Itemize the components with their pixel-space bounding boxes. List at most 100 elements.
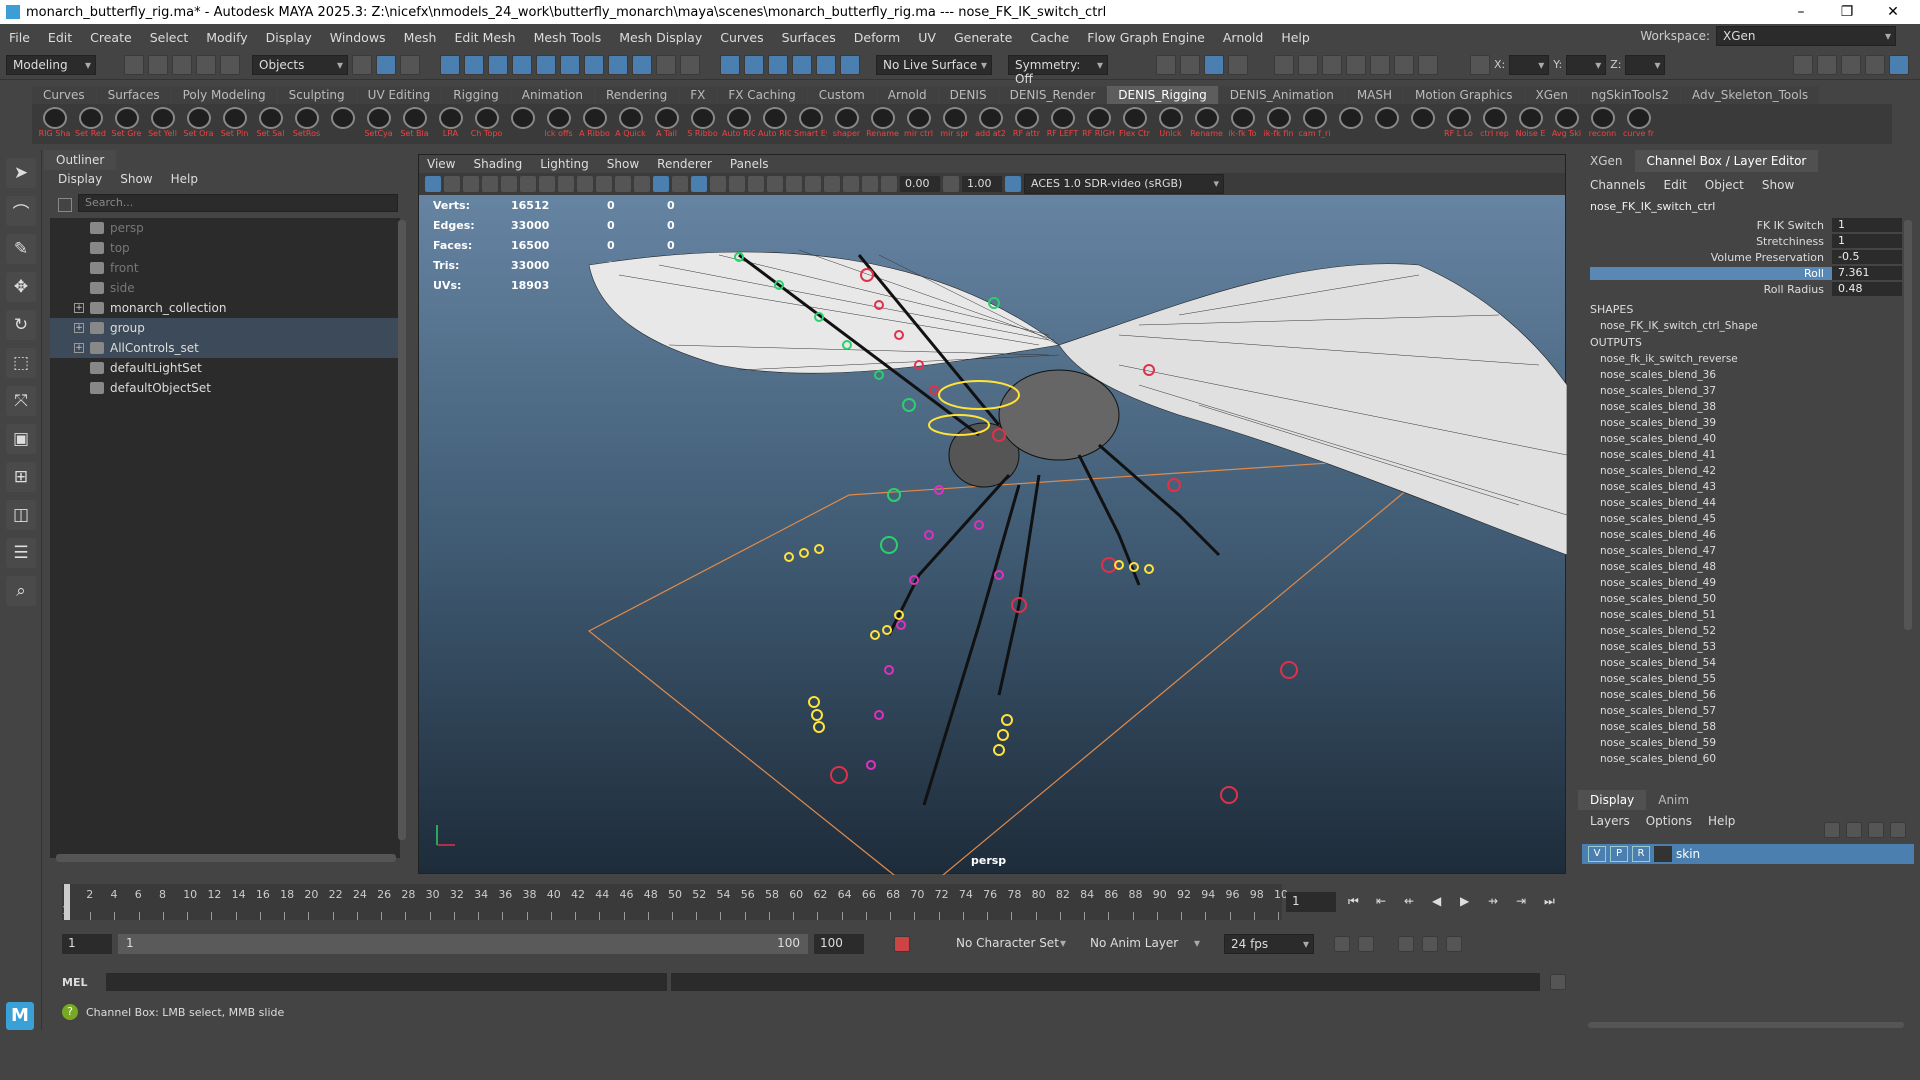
safe-action-icon[interactable] — [596, 176, 612, 192]
outliner-search-input[interactable]: Search... — [78, 194, 398, 212]
shelf-button[interactable]: A Quick — [614, 106, 647, 142]
shelf-button[interactable]: LRA — [434, 106, 467, 142]
shelf-button[interactable] — [1370, 106, 1403, 142]
output-node[interactable]: nose_scales_blend_51 — [1578, 607, 1918, 623]
tool-settings-icon[interactable] — [1865, 54, 1886, 75]
scale-tool-icon[interactable]: ⬚ — [6, 348, 36, 378]
resolution-gate-icon[interactable] — [539, 176, 555, 192]
lights-icon[interactable] — [710, 176, 726, 192]
shelf-button[interactable]: cam f_ri — [1298, 106, 1331, 142]
output-node[interactable]: nose_scales_blend_36 — [1578, 367, 1918, 383]
shelf-button[interactable]: Set Pin — [218, 106, 251, 142]
shelf-button[interactable]: A Tail — [650, 106, 683, 142]
safe-title-icon[interactable] — [615, 176, 631, 192]
gamma-field[interactable]: 1.00 — [962, 176, 1002, 192]
shelf-button[interactable]: RF LEFT — [1046, 106, 1079, 142]
output-node[interactable]: nose_scales_blend_52 — [1578, 623, 1918, 639]
shelf-button[interactable]: S Ribbo — [686, 106, 719, 142]
shelf-button[interactable]: Ch Topo — [470, 106, 503, 142]
layer-tab-anim[interactable]: Anim — [1646, 790, 1701, 810]
snap-face-icon[interactable] — [608, 54, 628, 75]
attribute-value[interactable]: 0.48 — [1832, 282, 1902, 296]
maximize-button[interactable]: ❐ — [1824, 0, 1870, 24]
channel-box-scrollbar[interactable] — [1904, 220, 1912, 630]
shelf-tab-denis-rigging[interactable]: DENIS_Rigging — [1107, 86, 1218, 104]
expand-icon[interactable]: + — [74, 343, 84, 353]
snap-surface-icon[interactable] — [536, 54, 556, 75]
character-controls-icon[interactable] — [1817, 54, 1838, 75]
shelf-button[interactable]: ik-fk fin — [1262, 106, 1295, 142]
redo-icon[interactable] — [220, 54, 240, 75]
shelf-button[interactable]: Auto RIG — [722, 106, 755, 142]
output-node[interactable]: nose_scales_blend_49 — [1578, 575, 1918, 591]
select-hierarchy-icon[interactable] — [352, 54, 372, 75]
menu-mesh-display[interactable]: Mesh Display — [610, 30, 711, 45]
cache-icon[interactable] — [1422, 936, 1438, 952]
fps-dropdown[interactable]: 24 fps — [1224, 934, 1314, 954]
shelf-button[interactable] — [1334, 106, 1367, 142]
expand-icon[interactable]: + — [74, 303, 84, 313]
outliner-menu-show[interactable]: Show — [120, 172, 152, 188]
menu-edit-mesh[interactable]: Edit Mesh — [445, 30, 524, 45]
shelf-tab-adv-skeleton-tools[interactable]: Adv_Skeleton_Tools — [1680, 86, 1820, 104]
undo-icon[interactable] — [196, 54, 216, 75]
shelf-tab-denis-render[interactable]: DENIS_Render — [998, 86, 1107, 104]
output-node[interactable]: nose_scales_blend_42 — [1578, 463, 1918, 479]
gamma-icon[interactable] — [943, 176, 959, 192]
sound-icon[interactable] — [1398, 936, 1414, 952]
viewport-menu-shading[interactable]: Shading — [473, 157, 522, 171]
output-node[interactable]: nose_scales_blend_45 — [1578, 511, 1918, 527]
menu-mesh-tools[interactable]: Mesh Tools — [525, 30, 611, 45]
shelf-button[interactable]: lck offs — [542, 106, 575, 142]
motion-blur-icon[interactable] — [767, 176, 783, 192]
minimize-button[interactable]: – — [1778, 0, 1824, 24]
shelf-tab-rendering[interactable]: Rendering — [594, 86, 679, 104]
film-gate-icon[interactable] — [520, 176, 536, 192]
outliner-vscrollbar[interactable] — [398, 220, 406, 840]
filter-icon[interactable] — [58, 198, 72, 212]
single-pane-layout-icon[interactable]: ▣ — [6, 424, 36, 454]
shadows-icon[interactable] — [729, 176, 745, 192]
attribute-value[interactable]: 1 — [1832, 234, 1902, 248]
output-node[interactable]: nose_scales_blend_40 — [1578, 431, 1918, 447]
smooth-shade-icon[interactable] — [653, 176, 669, 192]
shelf-button[interactable] — [1406, 106, 1439, 142]
layer-tab-display[interactable]: Display — [1578, 790, 1647, 810]
shelf-tab-fx-caching[interactable]: FX Caching — [717, 86, 807, 104]
range-slider-bar[interactable]: 1 100 — [118, 934, 808, 954]
close-button[interactable]: ✕ — [1870, 0, 1916, 24]
bind-skin-icon[interactable] — [768, 54, 788, 75]
show-manipulator-icon[interactable]: ⤧ — [6, 386, 36, 416]
channel-box-menu-channels[interactable]: Channels — [1590, 178, 1646, 192]
output-node[interactable]: nose_scales_blend_59 — [1578, 735, 1918, 751]
exposure-field[interactable]: 0.00 — [900, 176, 940, 192]
arnold-ipr-icon[interactable] — [1322, 54, 1342, 75]
menu-deform[interactable]: Deform — [845, 30, 909, 45]
channel-box-menu-object[interactable]: Object — [1705, 178, 1744, 192]
shelf-button[interactable]: add at2 — [974, 106, 1007, 142]
shelf-tab-sculpting[interactable]: Sculpting — [277, 86, 356, 104]
attribute-value[interactable]: 7.361 — [1832, 266, 1902, 280]
depth-of-field-icon[interactable] — [805, 176, 821, 192]
viewport-menu-show[interactable]: Show — [607, 157, 639, 171]
workspace-dropdown[interactable]: XGen — [1716, 26, 1896, 46]
search-icon[interactable]: ⌕ — [6, 576, 36, 606]
mel-input[interactable] — [106, 973, 667, 991]
shelf-button[interactable]: Set Gre — [110, 106, 143, 142]
layer-menu-options[interactable]: Options — [1646, 814, 1692, 828]
loop-icon[interactable] — [1334, 936, 1350, 952]
new-layer-icon[interactable] — [1868, 822, 1884, 838]
output-node[interactable]: nose_scales_blend_46 — [1578, 527, 1918, 543]
output-node[interactable]: nose_scales_blend_39 — [1578, 415, 1918, 431]
new-scene-icon[interactable] — [124, 54, 144, 75]
ambient-occlusion-icon[interactable] — [748, 176, 764, 192]
colorspace-dropdown[interactable]: ACES 1.0 SDR-video (sRGB) — [1024, 174, 1224, 194]
paint-weights-icon[interactable] — [792, 54, 812, 75]
layer-row-skin[interactable]: V P R skin — [1582, 844, 1914, 864]
shelf-button[interactable]: Flex Ctr — [1118, 106, 1151, 142]
wire-on-shaded-icon[interactable] — [672, 176, 688, 192]
outliner-item[interactable]: + monarch_collection — [50, 298, 400, 318]
wireframe-icon[interactable] — [634, 176, 650, 192]
channel-box-menu-show[interactable]: Show — [1762, 178, 1794, 192]
shelf-tab-arnold[interactable]: Arnold — [876, 86, 938, 104]
